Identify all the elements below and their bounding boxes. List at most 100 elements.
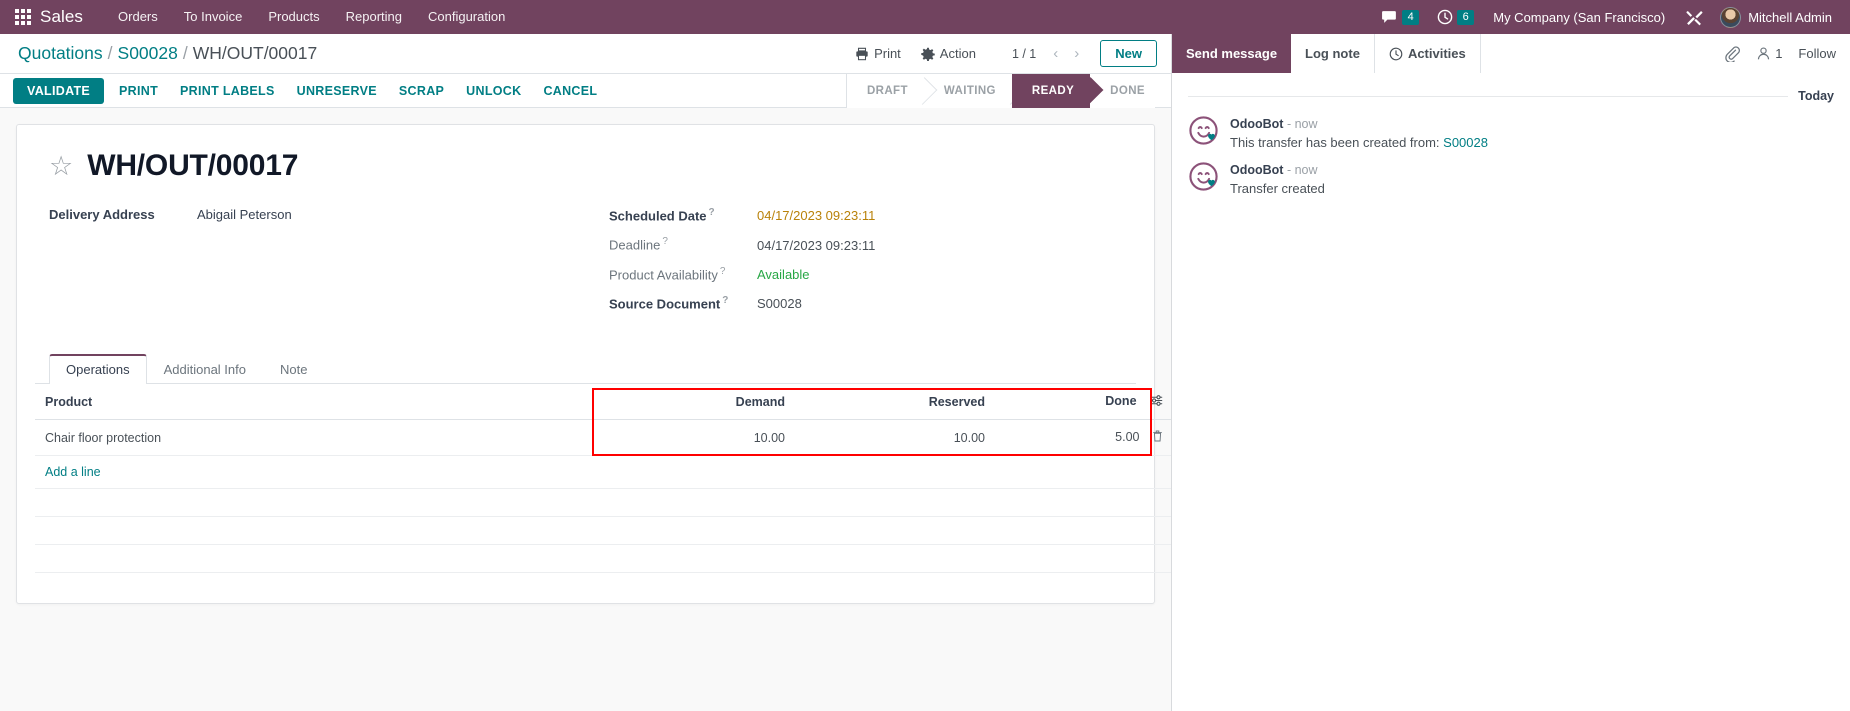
chatter-toolbar: Send message Log note Activities 1 Follo… [1172, 34, 1850, 73]
clock-icon [1437, 9, 1453, 25]
pager-value[interactable]: 1 / 1 [1004, 47, 1044, 61]
chatter-message-header: OdooBot - now [1230, 163, 1318, 177]
apps-grid-icon[interactable] [12, 6, 34, 28]
followers-button[interactable]: 1 [1756, 46, 1782, 61]
operations-table-body: Chair floor protection 10.00 10.00 5.00 [35, 419, 1171, 574]
user-icon [1758, 47, 1770, 60]
status-stage-draft[interactable]: DRAFT [846, 73, 924, 108]
chatter-compose-buttons: Send message Log note Activities [1172, 34, 1481, 73]
odoobot-glyph [1189, 116, 1218, 145]
tab-operations[interactable]: Operations [49, 354, 147, 385]
print-button-label: Print [874, 46, 901, 61]
chatter-message-text-body: This transfer has been created from: [1230, 135, 1444, 150]
nav-item-reporting[interactable]: Reporting [333, 0, 415, 34]
column-header-done[interactable]: Done [995, 384, 1171, 421]
status-flow: DRAFT WAITING READY DONE [845, 73, 1155, 108]
notebook-tabs: Operations Additional Info Note [35, 354, 1136, 385]
field-label-text: Source Document [609, 296, 721, 312]
follow-button[interactable]: Follow [1798, 46, 1836, 61]
nav-item-to-invoice[interactable]: To Invoice [171, 0, 256, 34]
empty-cell [35, 544, 1171, 574]
company-switcher[interactable]: My Company (San Francisco) [1483, 10, 1675, 25]
unlock-button[interactable]: UNLOCK [455, 79, 532, 103]
cell-reserved[interactable]: 10.00 [795, 419, 995, 457]
new-button[interactable]: New [1100, 40, 1157, 67]
breadcrumb: Quotations / S00028 / WH/OUT/00017 [18, 43, 317, 64]
validate-button[interactable]: VALIDATE [13, 77, 105, 104]
cancel-button[interactable]: CANCEL [532, 79, 608, 103]
form-column-left: Delivery Address Abigail Peterson [49, 207, 609, 324]
form-fields-grid: Delivery Address Abigail Peterson Schedu… [35, 207, 1136, 324]
field-value-deadline[interactable]: 04/17/2023 09:23:11 [757, 238, 875, 253]
chatter-message-time: - now [1286, 117, 1318, 131]
status-stage-waiting[interactable]: WAITING [923, 73, 1012, 108]
add-a-line-link[interactable]: Add a line [45, 465, 101, 479]
paperclip-icon [1725, 45, 1741, 62]
chatter-message-author[interactable]: OdooBot [1230, 117, 1283, 131]
form-pane: Quotations / S00028 / WH/OUT/00017 Print [0, 34, 1172, 711]
action-button[interactable]: Action [911, 42, 986, 65]
chatter-message-link[interactable]: S00028 [1443, 135, 1488, 150]
cell-done-value: 5.00 [1115, 430, 1140, 445]
chatter-message-body: OdooBot - now Transfer created [1230, 161, 1325, 197]
app-brand-sales[interactable]: Sales [40, 7, 83, 27]
pager-previous-icon[interactable]: ‹ [1046, 46, 1065, 61]
field-label-delivery-address: Delivery Address [49, 207, 155, 222]
table-empty-row [35, 516, 1171, 546]
star-icon[interactable]: ☆ [49, 152, 73, 180]
breadcrumb-item-s00028[interactable]: S00028 [118, 43, 178, 64]
help-icon[interactable]: ? [709, 207, 715, 218]
unreserve-button[interactable]: UNRESERVE [286, 79, 388, 103]
attachment-button[interactable] [1724, 45, 1741, 62]
field-value-source-document[interactable]: S00028 [757, 296, 802, 311]
column-header-demand[interactable]: Demand [595, 384, 795, 421]
field-label-deadline: Deadline? [609, 236, 757, 252]
tab-additional-info[interactable]: Additional Info [147, 354, 263, 384]
nav-item-orders[interactable]: Orders [105, 0, 171, 34]
chatter-thread: Today OdooBot - now This transfer has be… [1172, 73, 1850, 711]
cell-done[interactable]: 5.00 [995, 419, 1171, 457]
add-line-cell: Add a line [35, 455, 1171, 490]
breadcrumb-item-quotations[interactable]: Quotations [18, 43, 103, 64]
help-icon[interactable]: ? [722, 295, 728, 306]
send-message-button[interactable]: Send message [1172, 34, 1292, 73]
navbar-right-group: 4 6 My Company (San Francisco) Mitchell … [1372, 0, 1840, 34]
operations-table-head: Product Demand Reserved Done [35, 384, 1171, 421]
field-value-scheduled-date[interactable]: 04/17/2023 09:23:11 [757, 208, 875, 223]
log-note-button[interactable]: Log note [1291, 34, 1374, 73]
messages-button[interactable]: 4 [1372, 0, 1428, 34]
tools-icon[interactable] [1675, 8, 1714, 27]
nav-item-products[interactable]: Products [255, 0, 332, 34]
activities-button[interactable]: Activities [1373, 34, 1481, 73]
table-row[interactable]: Chair floor protection 10.00 10.00 5.00 [35, 419, 1171, 457]
print-labels-button[interactable]: PRINT LABELS [169, 79, 286, 103]
status-stage-ready[interactable]: READY [1011, 73, 1091, 108]
day-separator-label: Today [1798, 89, 1834, 103]
column-header-product[interactable]: Product [35, 384, 595, 421]
activities-button[interactable]: 6 [1428, 0, 1483, 34]
field-label-product-availability: Product Availability? [609, 266, 757, 282]
table-empty-row [35, 488, 1171, 518]
print-action-button[interactable]: PRINT [108, 79, 169, 103]
field-label-scheduled-date: Scheduled Date? [609, 207, 757, 223]
tab-note[interactable]: Note [263, 354, 324, 384]
field-value-delivery-address[interactable]: Abigail Peterson [197, 207, 292, 222]
form-sheet-wrapper: ☆ WH/OUT/00017 Delivery Address Abigail … [0, 108, 1171, 711]
print-button[interactable]: Print [845, 42, 911, 65]
cell-demand[interactable]: 10.00 [595, 419, 795, 457]
cell-product[interactable]: Chair floor protection [35, 419, 595, 457]
chatter-message: OdooBot - now This transfer has been cre… [1188, 115, 1834, 151]
help-icon[interactable]: ? [662, 236, 668, 247]
column-options-icon[interactable] [1150, 395, 1163, 410]
pager-next-icon[interactable]: › [1067, 46, 1086, 61]
record-title-row: ☆ WH/OUT/00017 [49, 149, 1136, 183]
user-menu[interactable]: Mitchell Admin [1714, 6, 1840, 28]
trash-icon[interactable] [1152, 430, 1163, 445]
chatter-message-author[interactable]: OdooBot [1230, 163, 1283, 177]
chatter-right-tools: 1 Follow [1724, 45, 1836, 62]
column-header-reserved[interactable]: Reserved [795, 384, 995, 421]
nav-item-configuration[interactable]: Configuration [415, 0, 518, 34]
help-icon[interactable]: ? [720, 266, 726, 277]
action-button-label: Action [939, 46, 976, 61]
scrap-button[interactable]: SCRAP [388, 79, 455, 103]
